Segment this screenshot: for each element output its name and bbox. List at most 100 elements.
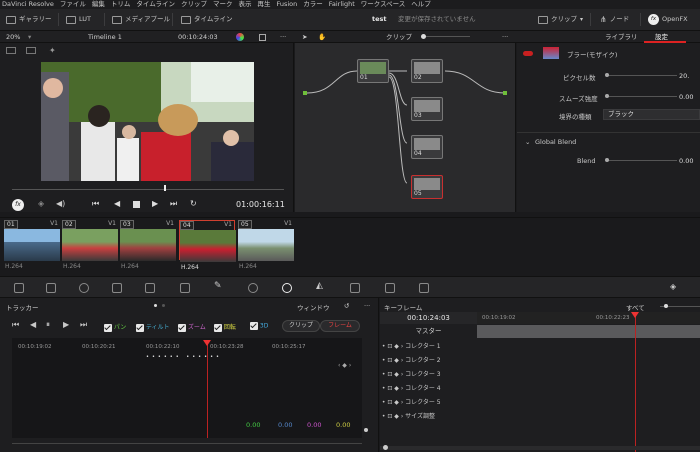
more-icon[interactable]: ··· — [364, 302, 370, 310]
lock-icon[interactable]: ⊡ — [387, 413, 392, 420]
lock-icon[interactable]: ⊡ — [387, 385, 392, 392]
layers-icon[interactable]: ◈ — [38, 199, 44, 208]
zoom-option[interactable]: ズーム — [178, 322, 206, 332]
keyframe-row[interactable]: • ⊡ ◆ › コレクター 1 — [380, 340, 477, 354]
global-blend-header[interactable]: Global Blend — [535, 138, 576, 146]
play-icon[interactable]: ▶ — [152, 199, 158, 208]
image-wipe-icon[interactable] — [6, 47, 16, 54]
track-end-icon[interactable]: ⏭ — [80, 320, 87, 330]
clip-mode-button[interactable]: クリップ — [282, 320, 320, 332]
color-wheels-icon[interactable] — [79, 283, 89, 293]
keyframe-icon[interactable]: ◈ — [670, 282, 680, 292]
speaker-icon[interactable]: ◀) — [56, 199, 65, 208]
node-04[interactable]: 04 — [411, 135, 443, 159]
border-select[interactable]: ブラック — [603, 109, 700, 120]
node-01[interactable]: 01 — [357, 59, 389, 83]
slider-handle[interactable] — [605, 73, 609, 77]
lut-button[interactable]: LUT — [66, 13, 91, 26]
menu-item[interactable]: Fairlight — [329, 0, 355, 9]
scrubber-track[interactable] — [12, 189, 284, 190]
openfx-button[interactable]: fx OpenFX — [648, 13, 688, 26]
node-05[interactable]: 05 — [411, 175, 443, 199]
keyframe-scrollbar[interactable] — [380, 446, 700, 450]
page-dot[interactable] — [154, 304, 157, 307]
curves-icon[interactable] — [180, 283, 190, 293]
clip-thumbnail[interactable]: 02 V1 H.264 — [62, 220, 118, 270]
menu-item[interactable]: Fusion — [276, 0, 297, 9]
slider-handle[interactable] — [664, 304, 668, 308]
window-select[interactable]: ウィンドウ — [297, 302, 330, 312]
node-02[interactable]: 02 — [411, 59, 443, 83]
track-start-icon[interactable]: ⏮ — [12, 320, 19, 330]
keyframe-row[interactable]: • ⊡ ◆ › コレクター 3 — [380, 368, 477, 382]
tilt-option[interactable]: ティルト — [136, 322, 170, 332]
zoom-checkbox[interactable] — [178, 323, 186, 332]
slider-handle[interactable] — [421, 34, 426, 39]
blur-icon[interactable]: ◭ — [316, 281, 326, 291]
track-forward-icon[interactable]: ▶ — [63, 320, 69, 329]
zoom-select[interactable]: 20% — [6, 31, 20, 43]
node-mode-select[interactable]: クリップ — [386, 31, 412, 43]
master-lane[interactable] — [477, 325, 700, 338]
node-button[interactable]: ⋔ ノード — [600, 13, 629, 26]
color-wheel-icon[interactable] — [236, 33, 244, 41]
more-icon[interactable]: ··· — [280, 31, 286, 43]
tilt-checkbox[interactable] — [136, 323, 144, 332]
menu-item[interactable]: カラー — [303, 0, 323, 9]
rgb-mixer-icon[interactable] — [112, 283, 122, 293]
track-pause-icon[interactable]: ⏸ — [46, 320, 50, 330]
pixel-value[interactable]: 20. — [679, 72, 689, 80]
3d-icon[interactable] — [419, 283, 429, 293]
reset-icon[interactable]: ↺ — [344, 302, 349, 310]
playhead-marker[interactable] — [631, 312, 639, 318]
timeline-button[interactable]: タイムライン — [181, 13, 233, 26]
frame-mode-button[interactable]: フレーム — [320, 320, 360, 332]
chevron-down-icon[interactable]: ⌄ — [525, 138, 530, 146]
menu-item[interactable]: 編集 — [92, 0, 105, 9]
loop-icon[interactable]: ↻ — [190, 199, 197, 208]
pan-checkbox[interactable] — [104, 323, 112, 332]
stop-icon[interactable] — [133, 201, 140, 208]
scrubber-playhead[interactable] — [164, 185, 166, 191]
rotate-option[interactable]: 回転 — [214, 322, 236, 332]
effect-toggle[interactable] — [523, 51, 533, 56]
menu-item[interactable]: ヘルプ — [411, 0, 431, 9]
slider-handle[interactable] — [605, 94, 609, 98]
tracker-scrollbar[interactable] — [12, 443, 362, 444]
color-match-icon[interactable] — [46, 283, 56, 293]
keyframe-row[interactable]: • ⊡ ◆ › コレクター 2 — [380, 354, 477, 368]
fullscreen-icon[interactable] — [259, 34, 266, 41]
playhead-marker[interactable] — [203, 340, 211, 346]
split-screen-icon[interactable] — [26, 47, 36, 54]
slider-handle[interactable] — [605, 158, 609, 162]
highlight-icon[interactable]: ✦ — [49, 46, 56, 55]
node-zoom-slider[interactable] — [424, 36, 470, 37]
output-pin[interactable] — [503, 91, 507, 95]
menu-item[interactable]: ファイル — [60, 0, 86, 9]
menu-item[interactable]: クリップ — [181, 0, 207, 9]
keyframe-row[interactable]: • ⊡ ◆ › サイズ調整 — [380, 410, 477, 424]
all-select[interactable]: すべて — [626, 302, 645, 312]
blend-value[interactable]: 0.00 — [679, 157, 693, 165]
zoom-handle[interactable] — [364, 428, 368, 432]
lock-icon[interactable]: ⊡ — [387, 343, 392, 350]
keyframe-nav-icon[interactable]: ‹ ◆ › — [338, 362, 351, 369]
pixel-slider[interactable] — [607, 75, 677, 76]
smooth-value[interactable]: 0.00 — [679, 93, 693, 101]
keyframe-row[interactable]: • ⊡ ◆ › コレクター 5 — [380, 396, 477, 410]
media-pool-button[interactable]: メディアプール — [112, 13, 170, 26]
window-icon[interactable] — [248, 283, 258, 293]
clip-thumbnail[interactable]: 03 V1 H.264 — [120, 220, 176, 270]
page-dot[interactable] — [162, 304, 165, 307]
menu-item[interactable]: トリム — [111, 0, 131, 9]
lock-icon[interactable]: ⊡ — [387, 357, 392, 364]
menu-item[interactable]: 再生 — [257, 0, 270, 9]
keyframe-row[interactable]: • ⊡ ◆ › コレクター 4 — [380, 382, 477, 396]
scroll-handle[interactable] — [383, 445, 388, 450]
go-to-end-icon[interactable]: ⏭ — [170, 199, 177, 209]
reverse-icon[interactable]: ◀ — [114, 199, 120, 208]
blend-slider[interactable] — [607, 160, 677, 161]
menu-item[interactable]: マーク — [213, 0, 233, 9]
camera-raw-icon[interactable] — [14, 283, 24, 293]
clip-thumbnail-selected[interactable]: 04 V1 H.264 — [179, 220, 236, 271]
